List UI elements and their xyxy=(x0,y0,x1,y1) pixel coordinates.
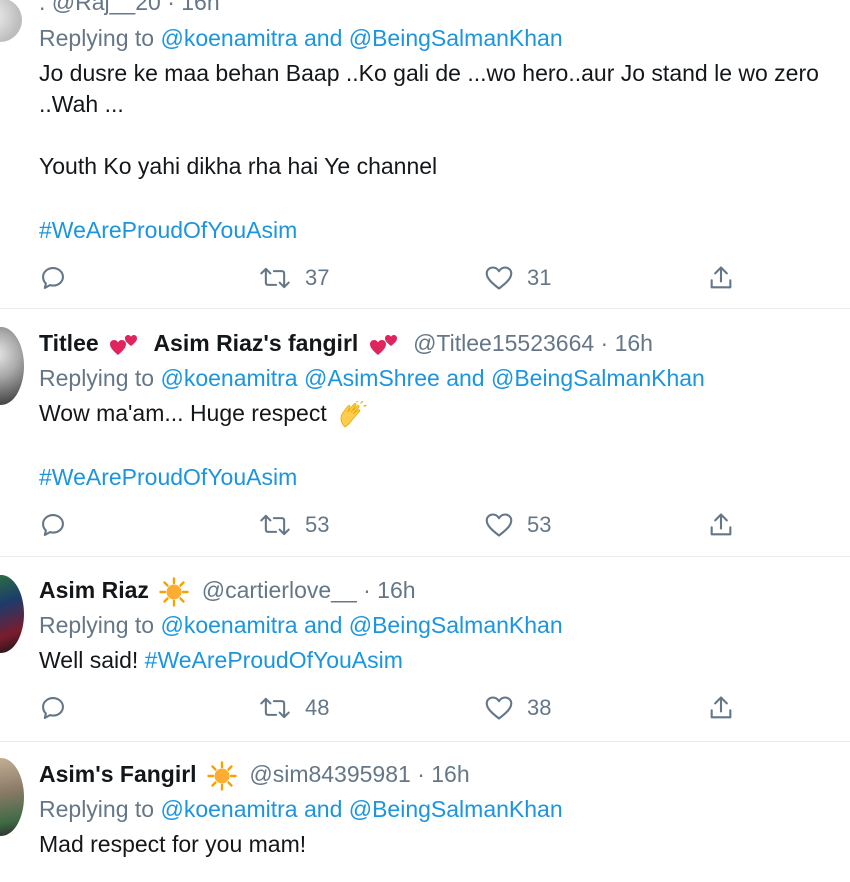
replying-to-label: Replying to xyxy=(39,365,155,391)
clapping-hands-icon xyxy=(340,400,367,428)
handle-time[interactable]: @Titlee15523664 · 16h xyxy=(413,330,653,356)
reply-icon xyxy=(42,267,64,289)
tweet-3[interactable]: Asim Riaz @cartierlove__ · 16h Replying … xyxy=(0,557,850,742)
tweet-header: Asim Riaz @cartierlove__ · 16h xyxy=(39,576,416,607)
like-button[interactable]: 38 xyxy=(485,693,551,723)
hashtag-link[interactable]: #WeAreProudOfYouAsim xyxy=(39,463,297,491)
hashtag-link[interactable]: #WeAreProudOfYouAsim xyxy=(145,647,403,673)
avatar[interactable] xyxy=(0,0,22,42)
like-count: 53 xyxy=(527,512,552,537)
heart-icon xyxy=(485,513,513,537)
tweet-text: Mad respect for you mam! xyxy=(39,831,307,857)
reply-icon xyxy=(42,697,64,719)
retweet-icon xyxy=(260,514,290,536)
handle-time[interactable]: . @Raj__20 · 16h xyxy=(39,0,220,15)
retweet-icon xyxy=(260,267,290,289)
display-name-part1[interactable]: Titlee xyxy=(39,330,99,356)
two-hearts-icon xyxy=(110,334,138,355)
retweet-count: 37 xyxy=(305,265,330,290)
sun-icon xyxy=(159,577,190,607)
two-hearts-icon xyxy=(369,334,397,355)
reply-line: Replying to @koenamitra and @BeingSalman… xyxy=(39,611,563,639)
handle-time[interactable]: @sim84395981 · 16h xyxy=(249,761,469,787)
tweet-2[interactable]: Titlee Asim Riaz's fangirl @Titlee155236… xyxy=(0,309,850,557)
tweet-text: Well said! #WeAreProudOfYouAsim xyxy=(39,646,403,674)
replying-to-label: Replying to xyxy=(39,796,155,822)
reply-mentions[interactable]: @koenamitra and @BeingSalmanKhan xyxy=(160,25,562,51)
avatar[interactable] xyxy=(0,327,24,405)
retweet-count: 53 xyxy=(305,512,330,537)
tweet-text-line2: ..Wah ... xyxy=(39,91,124,117)
reply-button[interactable] xyxy=(39,510,67,540)
replying-to-label: Replying to xyxy=(39,612,155,638)
reply-mentions[interactable]: @koenamitra and @BeingSalmanKhan xyxy=(160,796,562,822)
reply-button[interactable] xyxy=(39,263,67,293)
avatar[interactable] xyxy=(0,575,24,653)
share-button[interactable] xyxy=(707,263,735,293)
reply-button[interactable] xyxy=(39,693,67,723)
retweet-button[interactable]: 48 xyxy=(259,693,329,723)
heart-icon xyxy=(485,696,513,720)
reply-mentions[interactable]: @koenamitra @AsimShree and @BeingSalmanK… xyxy=(160,365,704,391)
like-button[interactable]: 53 xyxy=(485,510,551,540)
reply-icon xyxy=(42,514,64,536)
sun-icon xyxy=(207,761,237,791)
tweet-text-content: Wow ma'am... Huge respect xyxy=(39,400,327,426)
like-count: 31 xyxy=(527,265,552,290)
share-icon xyxy=(710,266,732,289)
display-name[interactable]: Asim Riaz xyxy=(39,577,149,603)
share-icon xyxy=(710,696,732,719)
like-count: 38 xyxy=(527,695,552,720)
tweet-actions: 53 53 xyxy=(39,510,759,540)
tweet-actions: 37 31 xyxy=(39,263,759,293)
tweet-text: Wow ma'am... Huge respect xyxy=(39,399,367,429)
replying-to-label: Replying to xyxy=(39,25,155,51)
heart-icon xyxy=(485,266,513,290)
retweet-icon xyxy=(260,697,290,719)
tweet-header: . @Raj__20 · 16h xyxy=(39,0,220,16)
reply-line: Replying to @koenamitra and @BeingSalman… xyxy=(39,24,563,52)
tweet-text-line1: Jo dusre ke maa behan Baap ..Ko gali de … xyxy=(39,60,819,86)
retweet-button[interactable]: 37 xyxy=(259,263,329,293)
like-button[interactable]: 31 xyxy=(485,263,551,293)
tweet-header: Asim's Fangirl @sim84395981 · 16h xyxy=(39,760,470,791)
tweet-4[interactable]: Asim's Fangirl @sim84395981 · 16h Replyi… xyxy=(0,742,850,882)
reply-line: Replying to @koenamitra and @BeingSalman… xyxy=(39,795,563,823)
reply-mentions[interactable]: @koenamitra and @BeingSalmanKhan xyxy=(160,612,562,638)
share-button[interactable] xyxy=(707,510,735,540)
share-icon xyxy=(710,513,732,536)
avatar[interactable] xyxy=(0,758,24,836)
display-name-part2[interactable]: Asim Riaz's fangirl xyxy=(153,330,358,356)
share-button[interactable] xyxy=(707,693,735,723)
tweet-header: Titlee Asim Riaz's fangirl @Titlee155236… xyxy=(39,329,653,359)
tweet-text-content: Well said! xyxy=(39,647,139,673)
retweet-button[interactable]: 53 xyxy=(259,510,329,540)
tweet-1[interactable]: . @Raj__20 · 16h Replying to @koenamitra… xyxy=(0,0,850,309)
tweet-actions: 48 38 xyxy=(39,693,759,723)
retweet-count: 48 xyxy=(305,695,330,720)
hashtag-link[interactable]: #WeAreProudOfYouAsim xyxy=(39,216,297,244)
handle-time[interactable]: @cartierlove__ · 16h xyxy=(202,577,416,603)
reply-line: Replying to @koenamitra @AsimShree and @… xyxy=(39,364,705,392)
tweet-text-line3: Youth Ko yahi dikha rha hai Ye channel xyxy=(39,153,438,179)
display-name[interactable]: Asim's Fangirl xyxy=(39,761,197,787)
